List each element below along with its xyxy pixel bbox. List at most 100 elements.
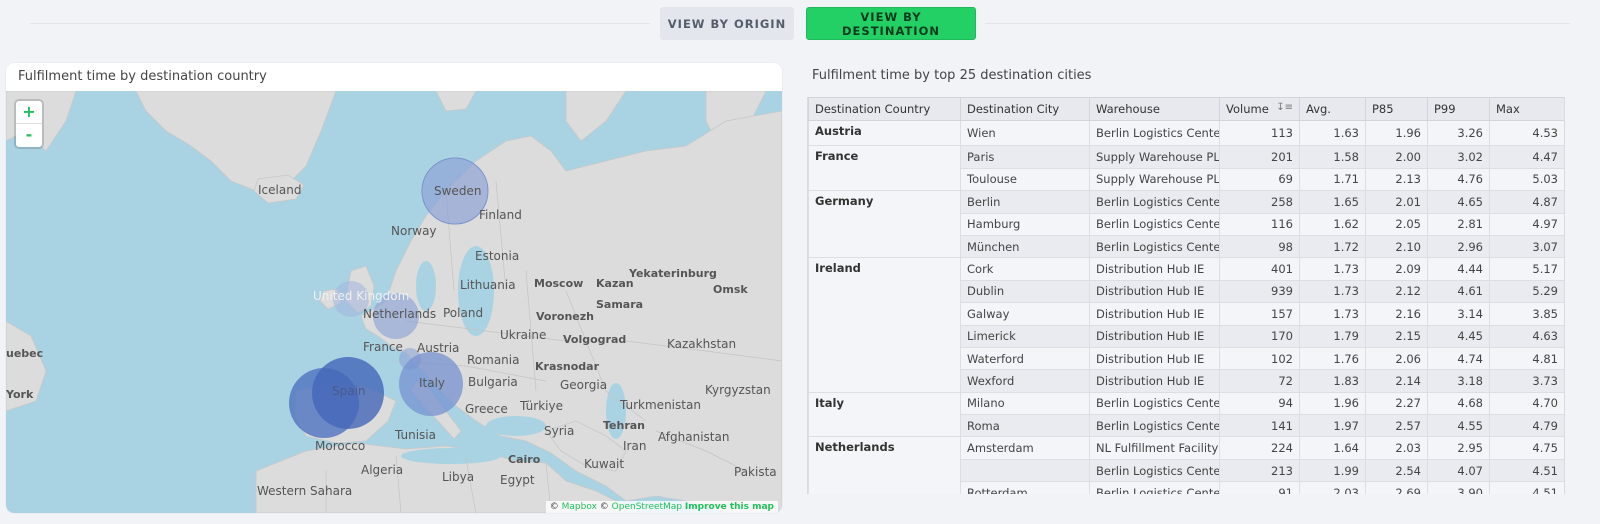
cell-p85: 2.01 (1365, 190, 1428, 214)
cell-p85: 2.09 (1365, 257, 1428, 281)
cell-warehouse: Distribution Hub IE (1089, 324, 1220, 348)
label-quebec: uebec (6, 347, 44, 360)
cell-warehouse: NL Fulfillment Facility (1089, 436, 1220, 460)
cell-volume: 258 (1219, 190, 1300, 214)
header-volume[interactable]: Volume ↧≡ (1219, 97, 1300, 121)
cell-p99: 4.76 (1427, 167, 1490, 192)
mapbox-link[interactable]: Mapbox (562, 502, 597, 512)
attribution-copyright-1: © (549, 502, 559, 512)
cell-p99: 3.02 (1427, 145, 1490, 169)
table-row[interactable]: Germany Berlin Berlin Logistics Center 258 1… (808, 190, 1564, 259)
header-warehouse[interactable]: Warehouse (1089, 97, 1220, 121)
label-iran: Iran (623, 439, 647, 453)
cell-p99: 4.07 (1427, 458, 1490, 483)
cell-warehouse: Berlin Logistics Center (1089, 458, 1220, 483)
cell-city: Limerick (960, 324, 1090, 348)
label-ukraine: Ukraine (500, 328, 547, 342)
sort-descending-icon[interactable]: ↧≡ (1276, 102, 1293, 113)
label-yekaterinburg: Yekaterinburg (629, 267, 717, 280)
cell-country: France (808, 145, 961, 192)
cell-p85: 2.10 (1365, 234, 1428, 259)
cell-avg: 1.96 (1299, 391, 1366, 416)
header-p99[interactable]: P99 (1427, 97, 1490, 121)
header-destination-city[interactable]: Destination City (960, 97, 1090, 121)
cell-p99: 4.45 (1427, 324, 1490, 348)
cell-max: 4.47 (1489, 145, 1564, 169)
cell-volume: 91 (1219, 481, 1300, 494)
cell-avg: 1.76 (1299, 346, 1366, 371)
zoom-out-button[interactable]: - (16, 124, 42, 146)
label-norway: Norway (391, 224, 437, 238)
label-pakistan: Pakista (734, 465, 777, 479)
table-row[interactable]: Austria Wien Berlin Logistics Center 113 1.6… (808, 119, 1564, 147)
cell-p99: 3.26 (1427, 119, 1490, 147)
label-france: France (363, 340, 403, 354)
header-p85[interactable]: P85 (1365, 97, 1428, 121)
cell-max: 5.29 (1489, 279, 1564, 304)
header-avg[interactable]: Avg. (1299, 97, 1366, 121)
destination-table-container[interactable]: Destination Country Destination City War… (807, 97, 1565, 494)
cell-p85: 2.14 (1365, 369, 1428, 393)
cell-avg: 2.03 (1299, 481, 1366, 494)
zoom-controls: + - (16, 101, 42, 147)
cell-avg: 1.79 (1299, 324, 1366, 348)
label-kazan: Kazan (596, 277, 634, 290)
header-volume-label: Volume (1226, 102, 1269, 116)
cell-max: 4.63 (1489, 324, 1564, 348)
cell-warehouse: Berlin Logistics Center (1089, 414, 1220, 438)
cell-max: 3.73 (1489, 369, 1564, 393)
cell-avg: 1.62 (1299, 212, 1366, 236)
header-destination-country[interactable]: Destination Country (808, 97, 961, 121)
cell-max: 4.97 (1489, 212, 1564, 236)
zoom-in-button[interactable]: + (16, 101, 42, 123)
cell-city: Waterford (960, 346, 1090, 371)
cell-avg: 1.64 (1299, 436, 1366, 460)
attribution-copyright-2: © (599, 502, 609, 512)
cell-p99: 2.96 (1427, 234, 1490, 259)
view-by-destination-button[interactable]: VIEW BY DESTINATION (806, 7, 976, 40)
label-austria: Austria (417, 341, 460, 355)
destination-map[interactable]: Iceland Sweden Finland Norway Estonia Mo… (6, 91, 782, 513)
view-by-origin-button[interactable]: VIEW BY ORIGIN (660, 7, 794, 40)
header-max[interactable]: Max (1489, 97, 1564, 121)
label-turkmenistan: Turkmenistan (620, 398, 701, 412)
cell-warehouse: Berlin Logistics Center (1089, 234, 1220, 259)
cell-p99: 4.44 (1427, 257, 1490, 281)
cell-avg: 1.99 (1299, 458, 1366, 483)
cell-p85: 2.54 (1365, 458, 1428, 483)
cell-p85: 2.00 (1365, 145, 1428, 169)
cell-avg: 1.72 (1299, 234, 1366, 259)
cell-volume: 98 (1219, 234, 1300, 259)
label-romania: Romania (467, 353, 520, 367)
label-estonia: Estonia (475, 249, 520, 263)
cell-p85: 2.15 (1365, 324, 1428, 348)
label-voronezh: Voronezh (536, 310, 594, 323)
cell-p85: 2.12 (1365, 279, 1428, 304)
improve-map-link[interactable]: Improve this map (685, 502, 774, 512)
cell-p99: 3.14 (1427, 302, 1490, 326)
table-row[interactable]: Netherlands Amsterdam NL Fulfillment Facil… (808, 436, 1564, 494)
label-afghanistan: Afghanistan (658, 430, 730, 444)
label-greece: Greece (465, 402, 508, 416)
table-row[interactable]: Italy Milano Berlin Logistics Center 94 1.96… (808, 391, 1564, 438)
table-row[interactable]: France Paris Supply Warehouse PL 201 1.58 2.0… (808, 145, 1564, 192)
map-labels: Iceland Sweden Finland Norway Estonia Mo… (6, 91, 782, 513)
cell-volume: 170 (1219, 324, 1300, 348)
cell-volume: 113 (1219, 119, 1300, 147)
openstreetmap-link[interactable]: OpenStreetMap (612, 502, 682, 512)
cell-max: 3.07 (1489, 234, 1564, 259)
label-kuwait: Kuwait (584, 457, 625, 471)
cell-avg: 1.65 (1299, 190, 1366, 214)
table-row[interactable]: Ireland Cork Distribution Hub IE 401 1.73 2.0… (808, 257, 1564, 393)
cell-city: Berlin (960, 190, 1090, 214)
cell-p99: 4.68 (1427, 391, 1490, 416)
label-united-kingdom: United Kingdom (313, 289, 410, 303)
cell-city: Milano (960, 391, 1090, 416)
cell-volume: 141 (1219, 414, 1300, 438)
label-egypt: Egypt (500, 473, 535, 487)
cell-warehouse: Berlin Logistics Center (1089, 190, 1220, 214)
cell-max: 4.87 (1489, 190, 1564, 214)
cell-city: Hamburg (960, 212, 1090, 236)
destination-table: Destination Country Destination City War… (808, 97, 1564, 494)
cell-city: Cork (960, 257, 1090, 281)
